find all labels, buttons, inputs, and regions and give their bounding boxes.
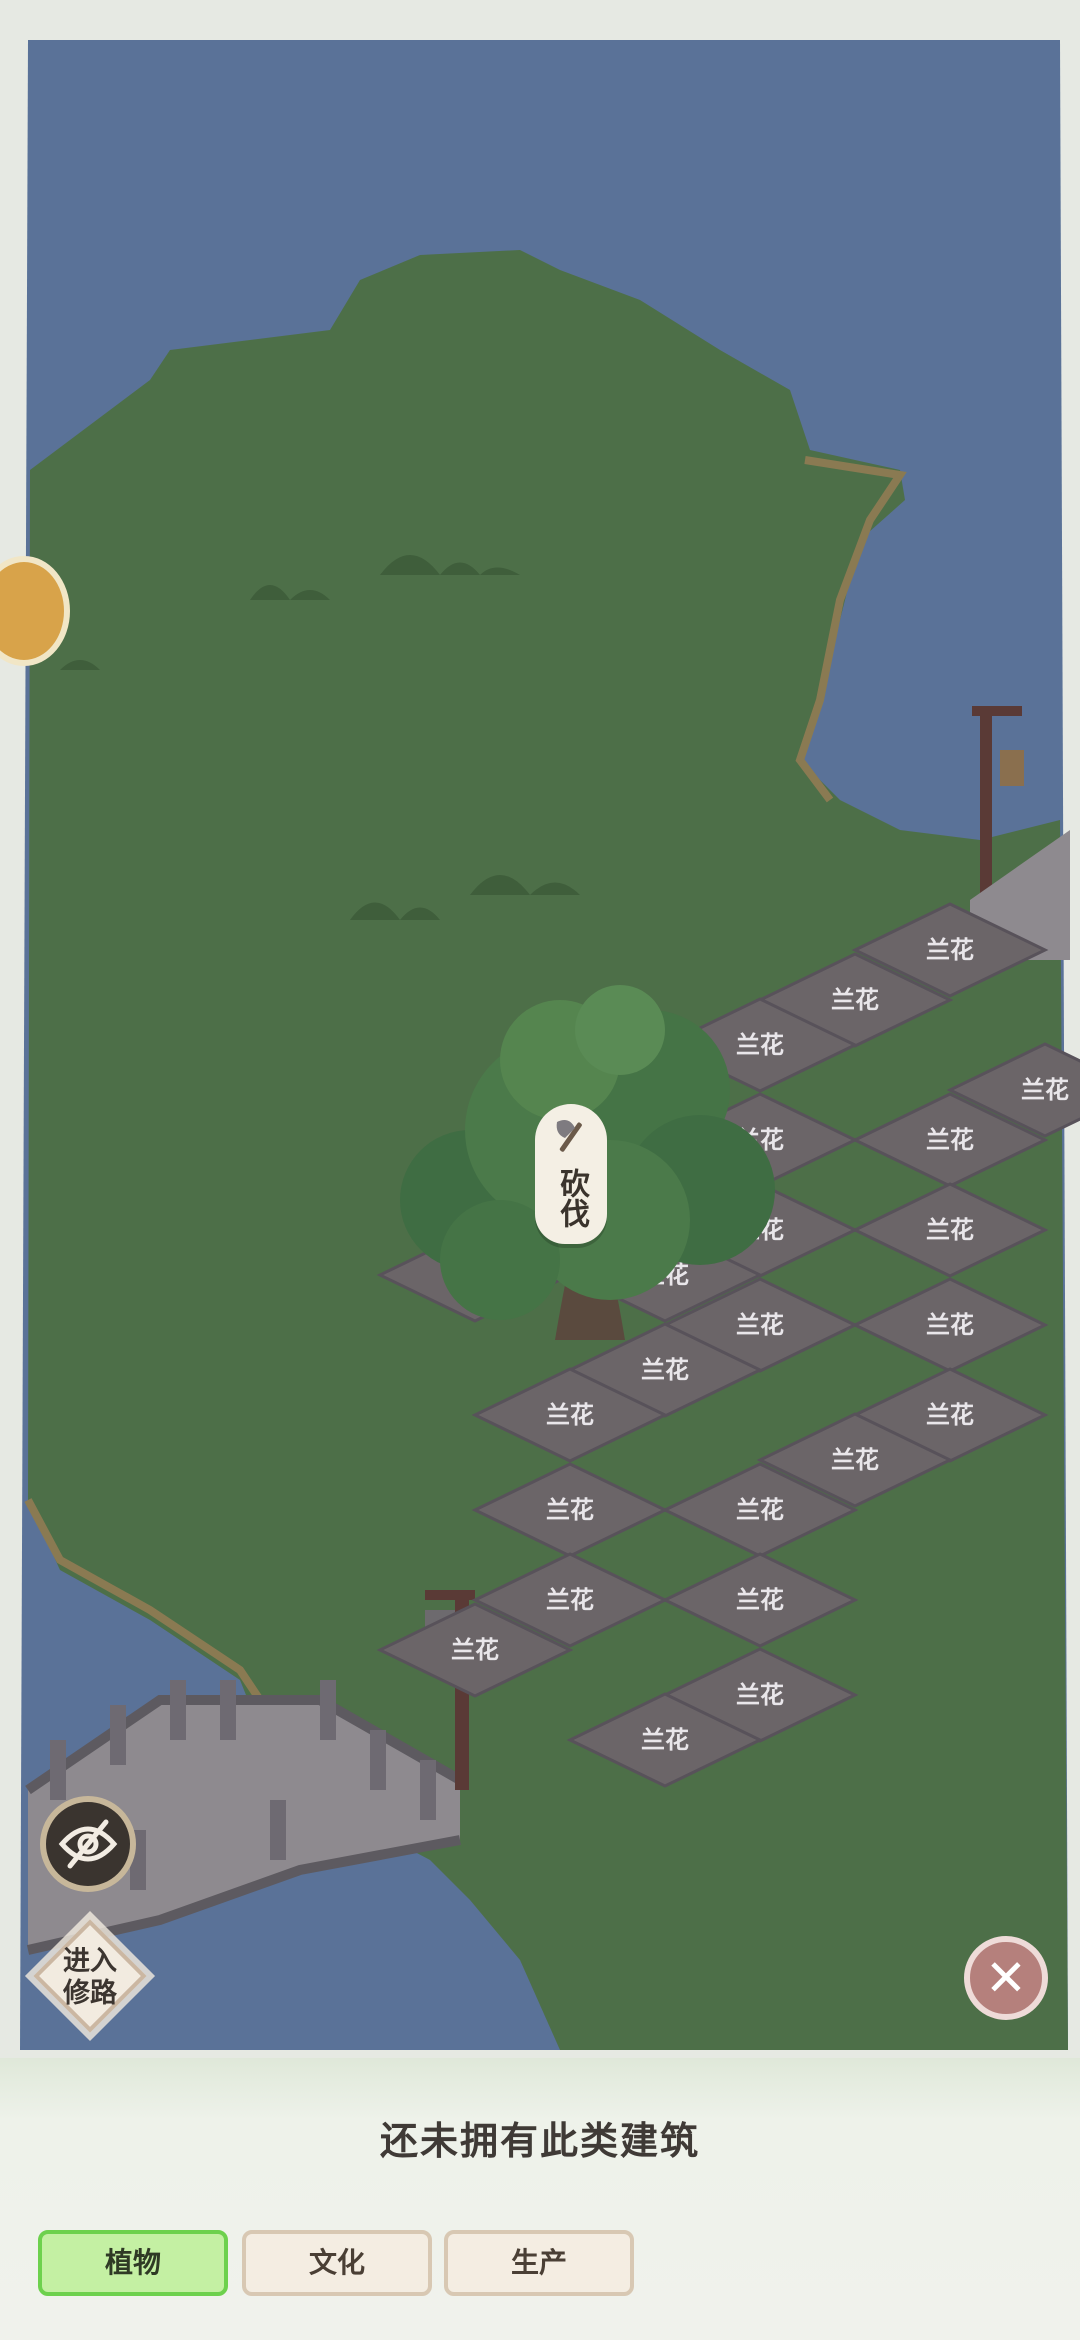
empty-message: 还未拥有此类建筑 — [379, 2119, 700, 2163]
plot-tile-label: 兰花 — [736, 1586, 784, 1614]
plot-tile-label: 兰花 — [1021, 1076, 1069, 1104]
chop-tree-button[interactable]: 砍伐 — [535, 1104, 607, 1244]
plot-tile-label: 兰花 — [736, 1681, 784, 1709]
plot-tile-label: 兰花 — [451, 1636, 499, 1664]
road-button-line2: 修路 — [63, 1978, 117, 2009]
hide-ui-button[interactable] — [40, 1796, 136, 1892]
plot-tile-label: 兰花 — [736, 1496, 784, 1524]
plot-tile-label: 兰花 — [736, 1311, 784, 1339]
plot-tile-label: 兰花 — [546, 1586, 594, 1614]
tab-plants-label: 植物 — [104, 2246, 161, 2279]
road-button-line1: 进入 — [63, 1946, 117, 1977]
plot-tile-label: 兰花 — [831, 1446, 879, 1474]
road-build-button[interactable]: 进入 修路 — [33, 1919, 147, 2033]
tab-culture-label: 文化 — [308, 2246, 365, 2279]
plot-tile-label: 兰花 — [641, 1356, 689, 1384]
plot-tile-label: 兰花 — [926, 1126, 974, 1154]
eye-off-icon — [58, 1819, 118, 1869]
plot-tile-label: 兰花 — [926, 936, 974, 964]
plot-tile-label: 兰花 — [831, 986, 879, 1014]
plot-tile-label: 兰花 — [546, 1496, 594, 1524]
tab-production[interactable]: 生产 — [444, 2230, 634, 2296]
tab-production-label: 生产 — [510, 2246, 567, 2279]
close-button[interactable]: ✕ — [964, 1936, 1048, 2020]
tab-plants[interactable]: 植物 — [38, 2230, 228, 2296]
plot-tile-label: 兰花 — [736, 1031, 784, 1059]
axe-icon — [556, 1120, 582, 1152]
chop-label: 砍伐 — [554, 1168, 589, 1228]
plot-tile-label: 兰花 — [641, 1726, 689, 1754]
plot-tile-label: 兰花 — [546, 1401, 594, 1429]
game-screen: 兰花 兰花 兰花 兰花 兰花 兰花 兰花 兰花 兰花 兰花 兰花 兰花 兰花 兰花 兰花 兰花 兰花 兰花 兰花 兰花… — [0, 0, 1080, 2340]
close-icon: ✕ — [985, 1949, 1027, 2007]
tab-culture[interactable]: 文化 — [242, 2230, 432, 2296]
plot-tile-label: 兰花 — [926, 1311, 974, 1339]
plot-tile-label: 兰花 — [926, 1216, 974, 1244]
build-panel — [0, 2058, 1080, 2340]
plot-tile-label: 兰花 — [926, 1401, 974, 1429]
